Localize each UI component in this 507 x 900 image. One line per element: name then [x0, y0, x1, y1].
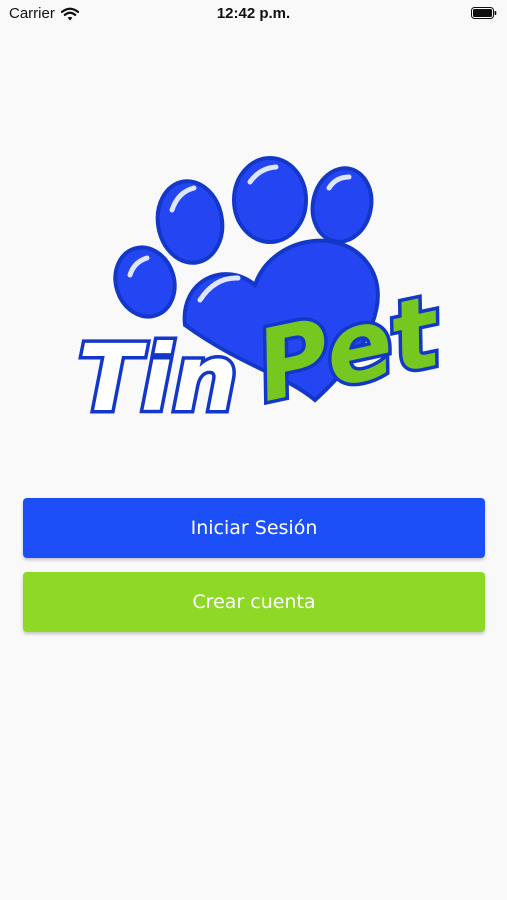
- battery-icon: [471, 7, 497, 19]
- status-time: 12:42 p.m.: [216, 5, 291, 22]
- login-button[interactable]: Iniciar Sesión: [23, 498, 485, 558]
- create-account-button[interactable]: Crear cuenta: [23, 572, 485, 632]
- status-bar: Carrier 12:42 p.m.: [0, 0, 507, 28]
- tinpet-logo: Tin Pet: [75, 156, 440, 436]
- logo-text-tin: Tin: [78, 325, 238, 432]
